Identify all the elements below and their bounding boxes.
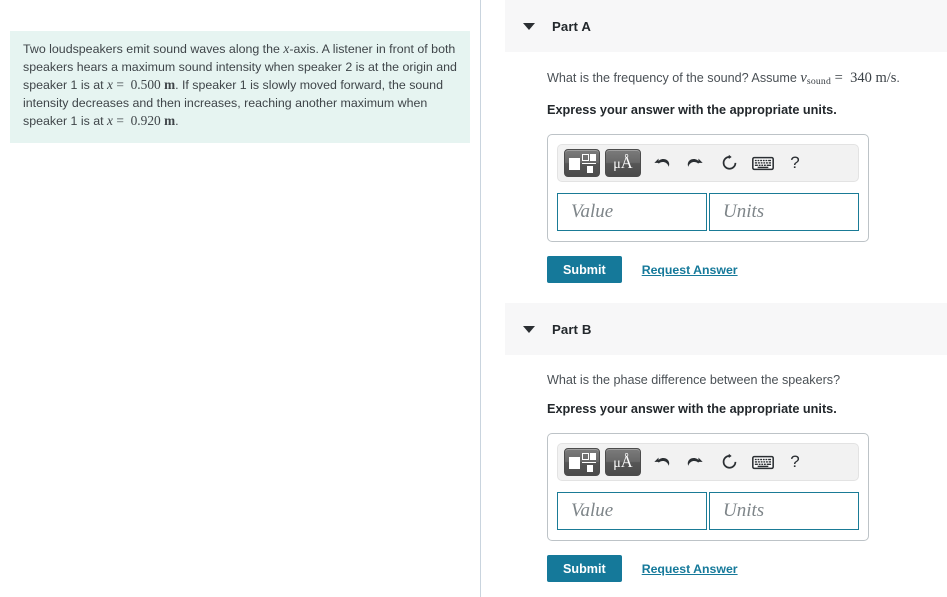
answer-toolbar-a: μÅ ? <box>557 144 859 183</box>
parts-pane: Part A What is the frequency of the soun… <box>482 0 947 597</box>
units-icon-button-b[interactable]: μÅ <box>605 448 641 476</box>
math-number: 0.920 <box>127 113 165 129</box>
submit-row-b: Submit Request Answer <box>547 555 947 582</box>
submit-button-a[interactable]: Submit <box>547 256 622 284</box>
math-number: 0.500 <box>127 77 165 93</box>
micro-angstrom-icon: μÅ <box>613 152 633 172</box>
angstrom-glyph: Å <box>620 451 633 471</box>
part-title-a: Part A <box>552 18 591 34</box>
submit-row-a: Submit Request Answer <box>547 256 947 284</box>
answer-fields-b: Value Units <box>557 492 859 530</box>
units-icon-button-a[interactable]: μÅ <box>605 149 641 178</box>
question-suffix-a: . <box>896 71 900 85</box>
units-input-a[interactable]: Units <box>709 193 859 232</box>
mu-glyph: μ <box>613 156 621 172</box>
reset-icon[interactable] <box>714 448 744 476</box>
math-equals: = <box>112 77 128 93</box>
redo-icon[interactable] <box>680 149 710 177</box>
answer-panel-b: μÅ ? Value Units <box>547 433 869 541</box>
math-value-340: 340 m/s <box>850 70 897 86</box>
math-unit: m <box>164 77 176 93</box>
undo-icon[interactable] <box>646 448 676 476</box>
problem-statement-text: Two loudspeakers emit sound waves along … <box>23 41 457 129</box>
math-subscript-sound: sound <box>806 76 832 88</box>
value-input-a[interactable]: Value <box>557 193 707 232</box>
math-equals: = <box>112 113 128 129</box>
answer-toolbar-b: μÅ ? <box>557 443 859 481</box>
question-prefix-a: What is the frequency of the sound? Assu… <box>547 71 801 85</box>
problem-pane: Two loudspeakers emit sound waves along … <box>0 0 481 597</box>
problem-statement-box: Two loudspeakers emit sound waves along … <box>10 31 470 143</box>
part-body-b: What is the phase difference between the… <box>482 355 947 582</box>
value-placeholder-b: Value <box>571 500 614 521</box>
express-instruction-a: Express your answer with the appropriate… <box>547 103 837 118</box>
units-placeholder-a: Units <box>723 201 765 223</box>
math-var-x: x <box>283 41 290 56</box>
question-text-a: What is the frequency of the sound? Assu… <box>547 70 947 90</box>
units-input-b[interactable]: Units <box>709 492 859 530</box>
part-body-a: What is the frequency of the sound? Assu… <box>482 52 947 284</box>
value-input-b[interactable]: Value <box>557 492 707 530</box>
angstrom-glyph: Å <box>620 152 633 172</box>
math-unit: m <box>164 113 176 129</box>
help-icon[interactable]: ? <box>782 149 808 177</box>
template-icon-button-b[interactable] <box>564 448 600 476</box>
part-header-a[interactable]: Part A <box>505 0 947 52</box>
keyboard-icon[interactable] <box>748 448 778 476</box>
part-title-b: Part B <box>552 321 592 337</box>
undo-icon[interactable] <box>646 149 676 177</box>
request-answer-link-a[interactable]: Request Answer <box>642 263 738 277</box>
answer-panel-a: μÅ ? Value Units <box>547 134 869 243</box>
express-instruction-b: Express your answer with the appropriate… <box>547 402 837 416</box>
question-prefix-b: What is the phase difference between the… <box>547 373 841 387</box>
template-icon-button-a[interactable] <box>564 149 600 178</box>
part-header-b[interactable]: Part B <box>505 303 947 355</box>
triangle-down-icon[interactable] <box>523 22 535 30</box>
template-icon <box>569 452 596 472</box>
submit-button-b[interactable]: Submit <box>547 555 622 582</box>
math-equals: = <box>834 70 843 86</box>
units-placeholder-b: Units <box>723 500 765 521</box>
request-answer-link-b[interactable]: Request Answer <box>642 562 738 576</box>
help-icon[interactable]: ? <box>782 448 808 476</box>
template-icon <box>569 153 596 173</box>
keyboard-icon[interactable] <box>748 149 778 177</box>
micro-angstrom-icon: μÅ <box>613 451 633 471</box>
page-root: Two loudspeakers emit sound waves along … <box>0 0 947 597</box>
question-math-a: vsound = 340 m/s <box>800 70 897 88</box>
reset-icon[interactable] <box>714 149 744 177</box>
triangle-down-icon[interactable] <box>523 325 535 333</box>
redo-icon[interactable] <box>680 448 710 476</box>
mu-glyph: μ <box>613 455 621 471</box>
value-placeholder-a: Value <box>571 201 614 223</box>
answer-fields-a: Value Units <box>557 193 859 232</box>
question-text-b: What is the phase difference between the… <box>547 372 947 389</box>
